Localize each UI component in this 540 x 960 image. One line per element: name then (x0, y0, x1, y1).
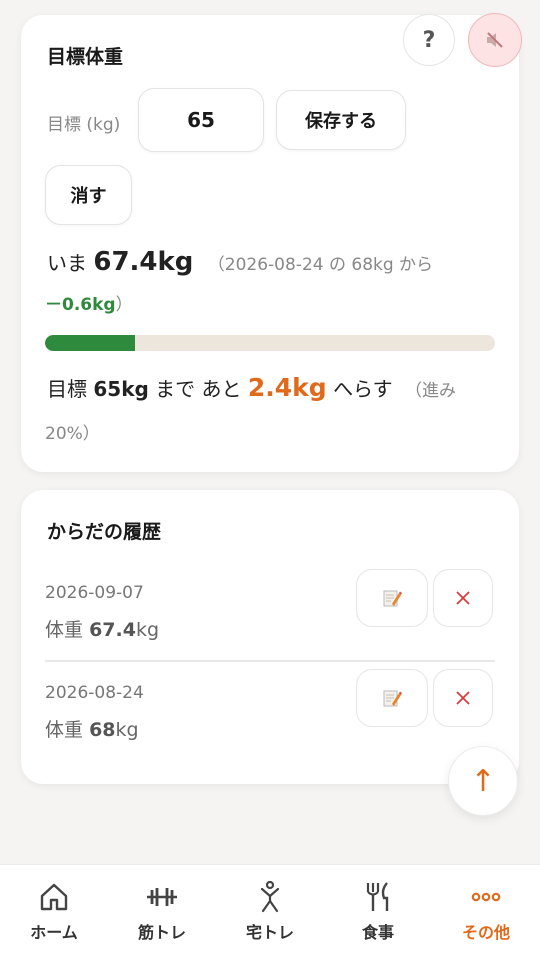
remaining-target: 65kg (93, 377, 149, 401)
history-weight: 体重 67.4kg (45, 615, 159, 642)
history-date: 2026-09-07 (45, 583, 144, 603)
tab-home-workout[interactable]: 宅トレ (216, 865, 324, 960)
fork-knife-icon (366, 882, 389, 911)
edit-memo-icon (383, 590, 402, 607)
home-icon (40, 883, 68, 911)
more-dots-icon (471, 892, 501, 902)
goal-input-label: 目標 (kg) (47, 115, 121, 135)
tab-label: 食事 (361, 923, 394, 942)
current-weight-line: いま 67.4kg （2026-08-24 の 68kg から (47, 247, 433, 277)
tab-label: 筋トレ (137, 923, 186, 942)
goal-card-title: 目標体重 (47, 46, 124, 68)
edit-button[interactable] (356, 669, 428, 727)
delete-button[interactable] (433, 669, 493, 727)
tab-more[interactable]: その他 (432, 865, 540, 960)
history-weight-label: 体重 (45, 719, 84, 741)
history-weight-unit: kg (135, 619, 160, 641)
save-button[interactable]: 保存する (276, 90, 406, 150)
remaining-mid: まで あと (155, 377, 242, 401)
history-divider (45, 660, 495, 662)
mute-button[interactable] (468, 13, 522, 67)
edit-button[interactable] (356, 569, 428, 627)
help-button[interactable]: ? (403, 14, 455, 66)
current-weight: 67.4kg (93, 247, 194, 277)
tab-strength[interactable]: 筋トレ (108, 865, 216, 960)
tab-label: 宅トレ (245, 923, 294, 942)
tab-label: ホーム (30, 923, 78, 942)
close-icon (456, 591, 470, 605)
remaining-line: 目標 65kg まで あと 2.4kg へらす （進み (47, 373, 456, 402)
arrow-up-icon: ↑ (470, 763, 496, 799)
person-exercise-icon (260, 880, 280, 913)
history-weight-value: 68 (89, 719, 116, 741)
compare-text: （2026-08-24 の 68kg から (207, 255, 434, 275)
remaining-amount: 2.4kg (247, 373, 327, 402)
remaining-suffix: へらす (333, 377, 393, 401)
dumbbell-icon (147, 888, 177, 906)
edit-memo-icon (383, 690, 402, 707)
history-row: 2026-08-24 体重 68kg (21, 669, 519, 771)
close-icon (456, 691, 470, 705)
delta-value: －0.6kg (45, 295, 116, 315)
delta-line: －0.6kg） (45, 290, 133, 315)
tab-label: その他 (461, 923, 510, 942)
history-card-title: からだの履歴 (47, 521, 162, 543)
goal-weight-card: 目標体重 目標 (kg) 65 保存する 消す いま 67.4kg （2026-… (21, 15, 519, 472)
clear-button[interactable]: 消す (45, 165, 132, 225)
bottom-tab-bar: ホーム 筋トレ 宅トレ 食事 その他 (0, 864, 540, 960)
history-row: 2026-09-07 体重 67.4kg (21, 569, 519, 671)
remaining-prefix: 目標 (47, 377, 87, 401)
goal-weight-input[interactable]: 65 (138, 88, 264, 152)
history-weight-value: 67.4 (89, 619, 136, 641)
history-date: 2026-08-24 (45, 683, 144, 703)
body-history-card: からだの履歴 2026-09-07 体重 67.4kg 2026-08-24 体… (21, 490, 519, 784)
progress-text-2: 20%） (45, 424, 100, 444)
tab-home[interactable]: ホーム (0, 865, 108, 960)
goal-progress-bar (45, 335, 495, 351)
history-weight-unit: kg (115, 719, 139, 741)
tab-meals[interactable]: 食事 (324, 865, 432, 960)
history-weight-label: 体重 (45, 619, 84, 641)
speaker-muted-icon (487, 32, 503, 48)
goal-progress-fill (45, 335, 135, 351)
delta-close: ） (115, 295, 133, 315)
progress-text-1: （進み (405, 381, 457, 401)
scroll-top-button[interactable]: ↑ (448, 746, 518, 816)
history-weight: 体重 68kg (45, 715, 139, 742)
current-prefix: いま (47, 251, 87, 275)
delete-button[interactable] (433, 569, 493, 627)
